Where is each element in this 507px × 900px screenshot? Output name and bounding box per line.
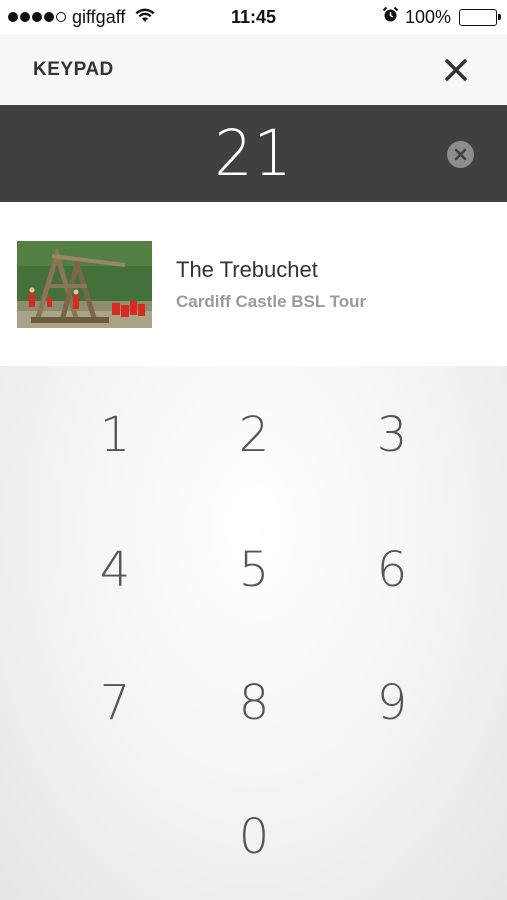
entry-display: 21 [0,105,507,202]
entry-value: 21 [214,116,293,191]
status-right: 100% [382,6,501,28]
wifi-icon [135,7,155,28]
result-title: The Trebuchet [176,256,318,282]
status-left: giffgaff [8,7,155,28]
key-3[interactable]: 3 [332,390,452,480]
battery-percent: 100% [404,6,451,27]
result-thumbnail [17,240,152,328]
key-0[interactable]: 0 [194,792,314,882]
result-item[interactable]: The Trebuchet Cardiff Castle BSL Tour [0,202,507,366]
key-6[interactable]: 6 [332,525,452,615]
key-1[interactable]: 1 [55,390,175,480]
key-5[interactable]: 5 [194,525,314,615]
key-7[interactable]: 7 [55,658,175,748]
keypad: 1 2 3 4 5 6 7 8 9 0 [0,366,507,900]
key-2[interactable]: 2 [194,390,314,480]
alarm-icon [382,6,399,28]
close-button[interactable] [441,55,471,85]
result-subtitle: Cardiff Castle BSL Tour [176,291,367,311]
page-title: KEYPAD [33,58,114,80]
header-bar: KEYPAD [0,34,507,105]
signal-strength-icon [8,12,66,22]
clear-entry-button[interactable] [447,141,474,168]
battery-icon [459,8,501,26]
result-text: The Trebuchet Cardiff Castle BSL Tour [176,257,366,312]
carrier-name: giffgaff [72,6,126,27]
key-4[interactable]: 4 [55,525,175,615]
status-bar: giffgaff 11:45 100% [0,0,507,34]
close-icon [445,58,467,81]
key-8[interactable]: 8 [194,658,314,748]
clear-circle-icon [454,148,467,161]
key-9[interactable]: 9 [332,658,452,748]
